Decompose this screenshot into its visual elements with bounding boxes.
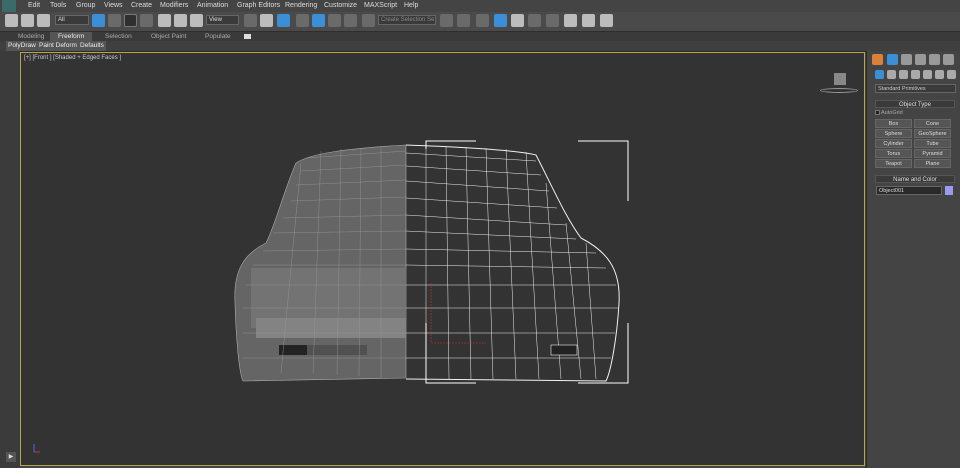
primitive-type-dropdown[interactable]: Standard Primitives <box>875 84 956 93</box>
box-button[interactable]: Box <box>875 119 912 128</box>
select-manipulate-icon[interactable] <box>260 14 273 27</box>
modify-tab-icon[interactable] <box>887 54 898 65</box>
axis-tripod-icon <box>33 444 40 453</box>
select-by-name-icon[interactable] <box>108 14 121 27</box>
move-icon[interactable] <box>158 14 171 27</box>
pyramid-button[interactable]: Pyramid <box>914 149 951 158</box>
car-wireframe <box>234 140 629 384</box>
lights-icon[interactable] <box>899 70 908 79</box>
object-name-field[interactable]: Object001 <box>876 186 942 195</box>
curve-editor-icon[interactable] <box>528 14 541 27</box>
render-setup-icon[interactable] <box>582 14 595 27</box>
selection-filter-dropdown[interactable]: All <box>55 15 89 25</box>
plane-button[interactable]: Plane <box>914 159 951 168</box>
car-right-half <box>405 144 620 382</box>
subtab-paint-deform[interactable]: Paint Deform <box>37 41 79 51</box>
menu-group[interactable]: Group <box>76 2 95 9</box>
display-tab-icon[interactable] <box>929 54 940 65</box>
spacewarps-icon[interactable] <box>935 70 944 79</box>
tab-selection[interactable]: Selection <box>105 33 132 40</box>
torus-button[interactable]: Torus <box>875 149 912 158</box>
name-and-color-header[interactable]: Name and Color <box>875 175 955 183</box>
scale-icon[interactable] <box>190 14 203 27</box>
menu-rendering[interactable]: Rendering <box>285 2 317 9</box>
material-editor-icon[interactable] <box>564 14 577 27</box>
ribbon-options-icon[interactable] <box>244 34 251 39</box>
schematic-view-icon[interactable] <box>546 14 559 27</box>
spinner-snap-icon[interactable] <box>344 14 357 27</box>
tab-object-paint[interactable]: Object Paint <box>151 33 186 40</box>
shapes-icon[interactable] <box>887 70 896 79</box>
keyboard-shortcut-override-icon[interactable] <box>277 14 290 27</box>
car-left-half <box>234 144 407 382</box>
geosphere-button[interactable]: GeoSphere <box>914 129 951 138</box>
cone-button[interactable]: Cone <box>914 119 951 128</box>
left-strip <box>0 51 20 468</box>
object-color-swatch[interactable] <box>945 186 953 195</box>
bind-space-warp-icon[interactable] <box>37 14 50 27</box>
tab-freeform[interactable]: Freeform <box>50 32 93 41</box>
autogrid-label: AutoGrid <box>881 110 903 116</box>
menu-create[interactable]: Create <box>131 2 152 9</box>
rectangular-selection-icon[interactable] <box>124 14 137 27</box>
hierarchy-tab-icon[interactable] <box>901 54 912 65</box>
unlink-icon[interactable] <box>21 14 34 27</box>
cameras-icon[interactable] <box>911 70 920 79</box>
window-crossing-icon[interactable] <box>140 14 153 27</box>
percent-snap-icon[interactable] <box>328 14 341 27</box>
expand-arrow-icon[interactable]: ▶ <box>6 452 16 462</box>
named-selection-dropdown[interactable]: Create Selection Se <box>378 15 436 25</box>
mirror-icon[interactable] <box>440 14 453 27</box>
snaps-toggle-icon[interactable] <box>296 14 309 27</box>
menu-maxscript[interactable]: MAXScript <box>364 2 397 9</box>
geometry-icon[interactable] <box>875 70 884 79</box>
helpers-icon[interactable] <box>923 70 932 79</box>
front-viewport[interactable]: [+] [Front ] [Shaded + Edged Faces ] <box>20 52 865 466</box>
menu-customize[interactable]: Customize <box>324 2 357 9</box>
create-tab-icon[interactable] <box>872 54 883 65</box>
menu-animation[interactable]: Animation <box>197 2 228 9</box>
command-panel: Standard Primitives Object Type AutoGrid… <box>866 51 960 468</box>
menu-tools[interactable]: Tools <box>50 2 66 9</box>
scene-explorer-icon[interactable] <box>476 14 489 27</box>
menu-help[interactable]: Help <box>404 2 418 9</box>
utilities-tab-icon[interactable] <box>943 54 954 65</box>
pivot-center-icon[interactable] <box>244 14 257 27</box>
subtab-polydraw[interactable]: PolyDraw <box>6 41 38 51</box>
sphere-button[interactable]: Sphere <box>875 129 912 138</box>
link-icon[interactable] <box>5 14 18 27</box>
menu-modifiers[interactable]: Modifiers <box>160 2 188 9</box>
tab-modeling[interactable]: Modeling <box>18 33 44 40</box>
tab-populate[interactable]: Populate <box>205 33 231 40</box>
app-logo-icon[interactable] <box>2 0 16 12</box>
align-icon[interactable] <box>457 14 470 27</box>
rotate-icon[interactable] <box>174 14 187 27</box>
motion-tab-icon[interactable] <box>915 54 926 65</box>
layer-explorer-icon[interactable] <box>494 14 507 27</box>
edit-named-selections-icon[interactable] <box>362 14 375 27</box>
menu-graph-editors[interactable]: Graph Editors <box>237 2 280 9</box>
autogrid-checkbox[interactable] <box>875 110 880 115</box>
tube-button[interactable]: Tube <box>914 139 951 148</box>
ribbon-subtabs: PolyDraw Paint Deform Defaults <box>0 41 960 52</box>
ribbon-tabs: Modeling Freeform Selection Object Paint… <box>0 32 960 41</box>
subtab-defaults[interactable]: Defaults <box>78 41 106 51</box>
main-toolbar: All View Create Selection Se <box>0 12 960 32</box>
cylinder-button[interactable]: Cylinder <box>875 139 912 148</box>
menu-views[interactable]: Views <box>104 2 123 9</box>
select-object-icon[interactable] <box>92 14 105 27</box>
selection-brackets <box>425 140 629 384</box>
pivot-marker <box>430 283 486 344</box>
reference-coordinate-dropdown[interactable]: View <box>206 15 239 25</box>
toggle-ribbon-icon[interactable] <box>511 14 524 27</box>
systems-icon[interactable] <box>947 70 956 79</box>
object-type-header[interactable]: Object Type <box>875 100 955 108</box>
angle-snap-icon[interactable] <box>312 14 325 27</box>
render-frame-window-icon[interactable] <box>600 14 613 27</box>
menu-edit[interactable]: Edit <box>28 2 40 9</box>
teapot-button[interactable]: Teapot <box>875 159 912 168</box>
